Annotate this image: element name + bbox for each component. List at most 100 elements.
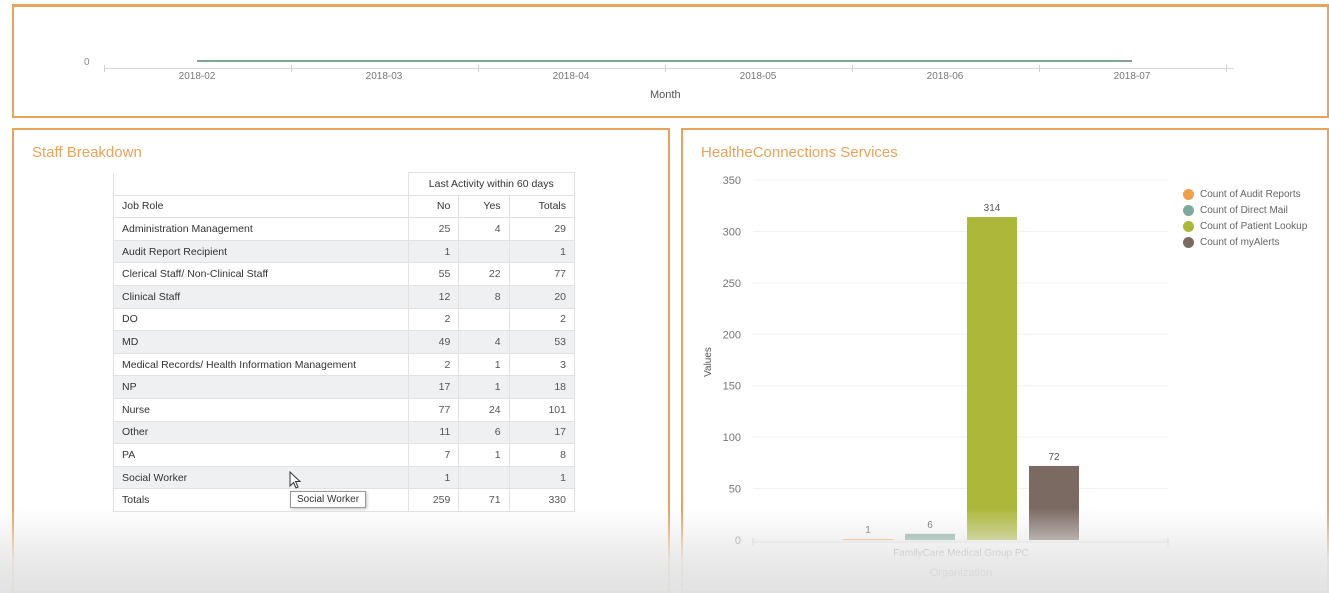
table-row[interactable]: Other 11 6 17 bbox=[113, 420, 576, 445]
table-row[interactable]: NP 17 1 18 bbox=[113, 375, 576, 399]
job-role-cell: Administration Management bbox=[113, 217, 409, 241]
table-corner-cell bbox=[113, 172, 409, 196]
staff-breakdown-table: Last Activity within 60 days Job Role No… bbox=[113, 172, 576, 512]
y-tick-label: 350 bbox=[723, 175, 741, 187]
totals-cell: 53 bbox=[508, 330, 576, 354]
timeline-month-label: 2018-03 bbox=[365, 71, 403, 82]
legend-label: Count of Patient Lookup bbox=[1200, 220, 1308, 232]
legend-dot-icon bbox=[1183, 220, 1194, 232]
legend-label: Count of Direct Mail bbox=[1200, 204, 1288, 216]
no-cell: 2 bbox=[407, 352, 460, 377]
job-role-cell: Clinical Staff bbox=[113, 284, 409, 309]
timeline-series-line[interactable] bbox=[197, 60, 1132, 62]
y-tick-label: 100 bbox=[723, 432, 741, 444]
y-tick-label: 50 bbox=[729, 484, 741, 496]
table-row[interactable]: MD 49 4 53 bbox=[113, 330, 576, 354]
col-header-totals[interactable]: Totals bbox=[508, 194, 576, 219]
legend-item[interactable]: Count of Patient Lookup bbox=[1183, 218, 1307, 234]
totals-cell: 1 bbox=[508, 465, 576, 490]
bar-count-of-patient-lookup[interactable] bbox=[967, 217, 1017, 540]
no-cell: 11 bbox=[407, 420, 460, 445]
table-row[interactable]: Social Worker 1 1 bbox=[113, 465, 576, 490]
legend-item[interactable]: Count of Direct Mail bbox=[1183, 202, 1307, 218]
no-cell: 49 bbox=[407, 330, 460, 354]
no-cell: 259 bbox=[407, 488, 460, 512]
no-cell: 55 bbox=[407, 262, 460, 286]
legend-dot-icon bbox=[1183, 236, 1194, 248]
staff-breakdown-panel: Staff Breakdown Last Activity within 60 … bbox=[12, 128, 670, 593]
bar-value-label: 6 bbox=[927, 520, 933, 531]
totals-cell: 17 bbox=[508, 420, 576, 445]
no-cell: 12 bbox=[407, 284, 460, 309]
bar-value-label: 314 bbox=[984, 203, 1001, 214]
yes-cell bbox=[458, 465, 510, 490]
table-row[interactable]: Medical Records/ Health Information Mana… bbox=[113, 352, 576, 377]
totals-cell: 3 bbox=[508, 352, 576, 377]
totals-cell: 77 bbox=[508, 262, 576, 286]
timeline-y-zero-label: 0 bbox=[84, 57, 90, 68]
timeline-tick bbox=[1039, 65, 1040, 72]
bar-value-label: 72 bbox=[1048, 452, 1060, 463]
job-role-cell: Other bbox=[113, 420, 409, 445]
timeline-x-axis bbox=[104, 68, 1234, 69]
yes-cell: 71 bbox=[458, 488, 510, 512]
bar-count-of-audit-reports[interactable] bbox=[843, 538, 893, 540]
job-role-cell: DO bbox=[113, 307, 409, 332]
no-cell: 25 bbox=[407, 217, 460, 241]
no-cell: 77 bbox=[407, 397, 460, 422]
chart-legend: Count of Audit Reports Count of Direct Ma… bbox=[1183, 186, 1307, 250]
totals-cell: 20 bbox=[508, 284, 576, 309]
yes-cell: 1 bbox=[458, 443, 510, 467]
table-row[interactable]: Administration Management 25 4 29 bbox=[113, 217, 576, 241]
no-cell: 1 bbox=[407, 239, 460, 264]
totals-cell: 29 bbox=[508, 217, 576, 241]
row-tooltip: Social Worker bbox=[290, 491, 367, 508]
y-tick-label: 300 bbox=[723, 226, 741, 238]
legend-dot-icon bbox=[1183, 204, 1194, 216]
y-tick-label: 250 bbox=[723, 278, 741, 290]
bar-count-of-direct-mail[interactable] bbox=[905, 533, 955, 540]
bar-count-of-myalerts[interactable] bbox=[1029, 465, 1079, 540]
table-row[interactable]: Nurse 77 24 101 bbox=[113, 397, 576, 422]
y-axis-title: Values bbox=[703, 347, 714, 377]
staff-breakdown-title: Staff Breakdown bbox=[32, 144, 142, 161]
totals-cell: 101 bbox=[508, 397, 576, 422]
job-role-cell: Audit Report Recipient bbox=[113, 239, 409, 264]
y-tick-label: 0 bbox=[735, 535, 741, 547]
timeline-month-label: 2018-02 bbox=[178, 71, 216, 82]
timeline-month-label: 2018-04 bbox=[552, 71, 590, 82]
yes-cell: 6 bbox=[458, 420, 510, 445]
table-row[interactable]: Clerical Staff/ Non-Clinical Staff 55 22 77 bbox=[113, 262, 576, 286]
job-role-cell: Nurse bbox=[113, 397, 409, 422]
totals-cell: 330 bbox=[508, 488, 576, 512]
timeline-panel: 0 2018-02 2018-03 2018-04 2018-05 2018-06 201… bbox=[12, 4, 1329, 118]
bar-value-label: 1 bbox=[865, 525, 871, 536]
timeline-tick bbox=[852, 65, 853, 72]
table-row[interactable]: PA 7 1 8 bbox=[113, 443, 576, 467]
table-row[interactable]: Clinical Staff 12 8 20 bbox=[113, 284, 576, 309]
legend-item[interactable]: Count of myAlerts bbox=[1183, 234, 1307, 250]
table-row[interactable]: DO 2 2 bbox=[113, 307, 576, 332]
y-tick-label: 150 bbox=[723, 381, 741, 393]
job-role-cell: Social Worker bbox=[113, 465, 409, 490]
timeline-month-label: 2018-06 bbox=[926, 71, 964, 82]
staff-table-body: Administration Management 25 4 29 Audit Repo… bbox=[113, 217, 576, 512]
totals-cell: 8 bbox=[508, 443, 576, 467]
no-cell: 1 bbox=[407, 465, 460, 490]
legend-item[interactable]: Count of Audit Reports bbox=[1183, 186, 1307, 202]
timeline-month-label: 2018-07 bbox=[1113, 71, 1151, 82]
legend-label: Count of Audit Reports bbox=[1200, 188, 1301, 200]
col-header-no[interactable]: No bbox=[407, 194, 460, 219]
yes-cell: 8 bbox=[458, 284, 510, 309]
yes-cell: 1 bbox=[458, 352, 510, 377]
yes-cell: 4 bbox=[458, 330, 510, 354]
legend-dot-icon bbox=[1183, 188, 1194, 200]
job-role-cell: PA bbox=[113, 443, 409, 467]
timeline-month-label: 2018-05 bbox=[739, 71, 777, 82]
table-row[interactable]: Audit Report Recipient 1 1 bbox=[113, 239, 576, 264]
legend-label: Count of myAlerts bbox=[1200, 236, 1280, 248]
col-header-job-role[interactable]: Job Role bbox=[113, 194, 409, 219]
no-cell: 7 bbox=[407, 443, 460, 467]
yes-cell: 1 bbox=[458, 375, 510, 399]
col-header-yes[interactable]: Yes bbox=[458, 194, 510, 219]
